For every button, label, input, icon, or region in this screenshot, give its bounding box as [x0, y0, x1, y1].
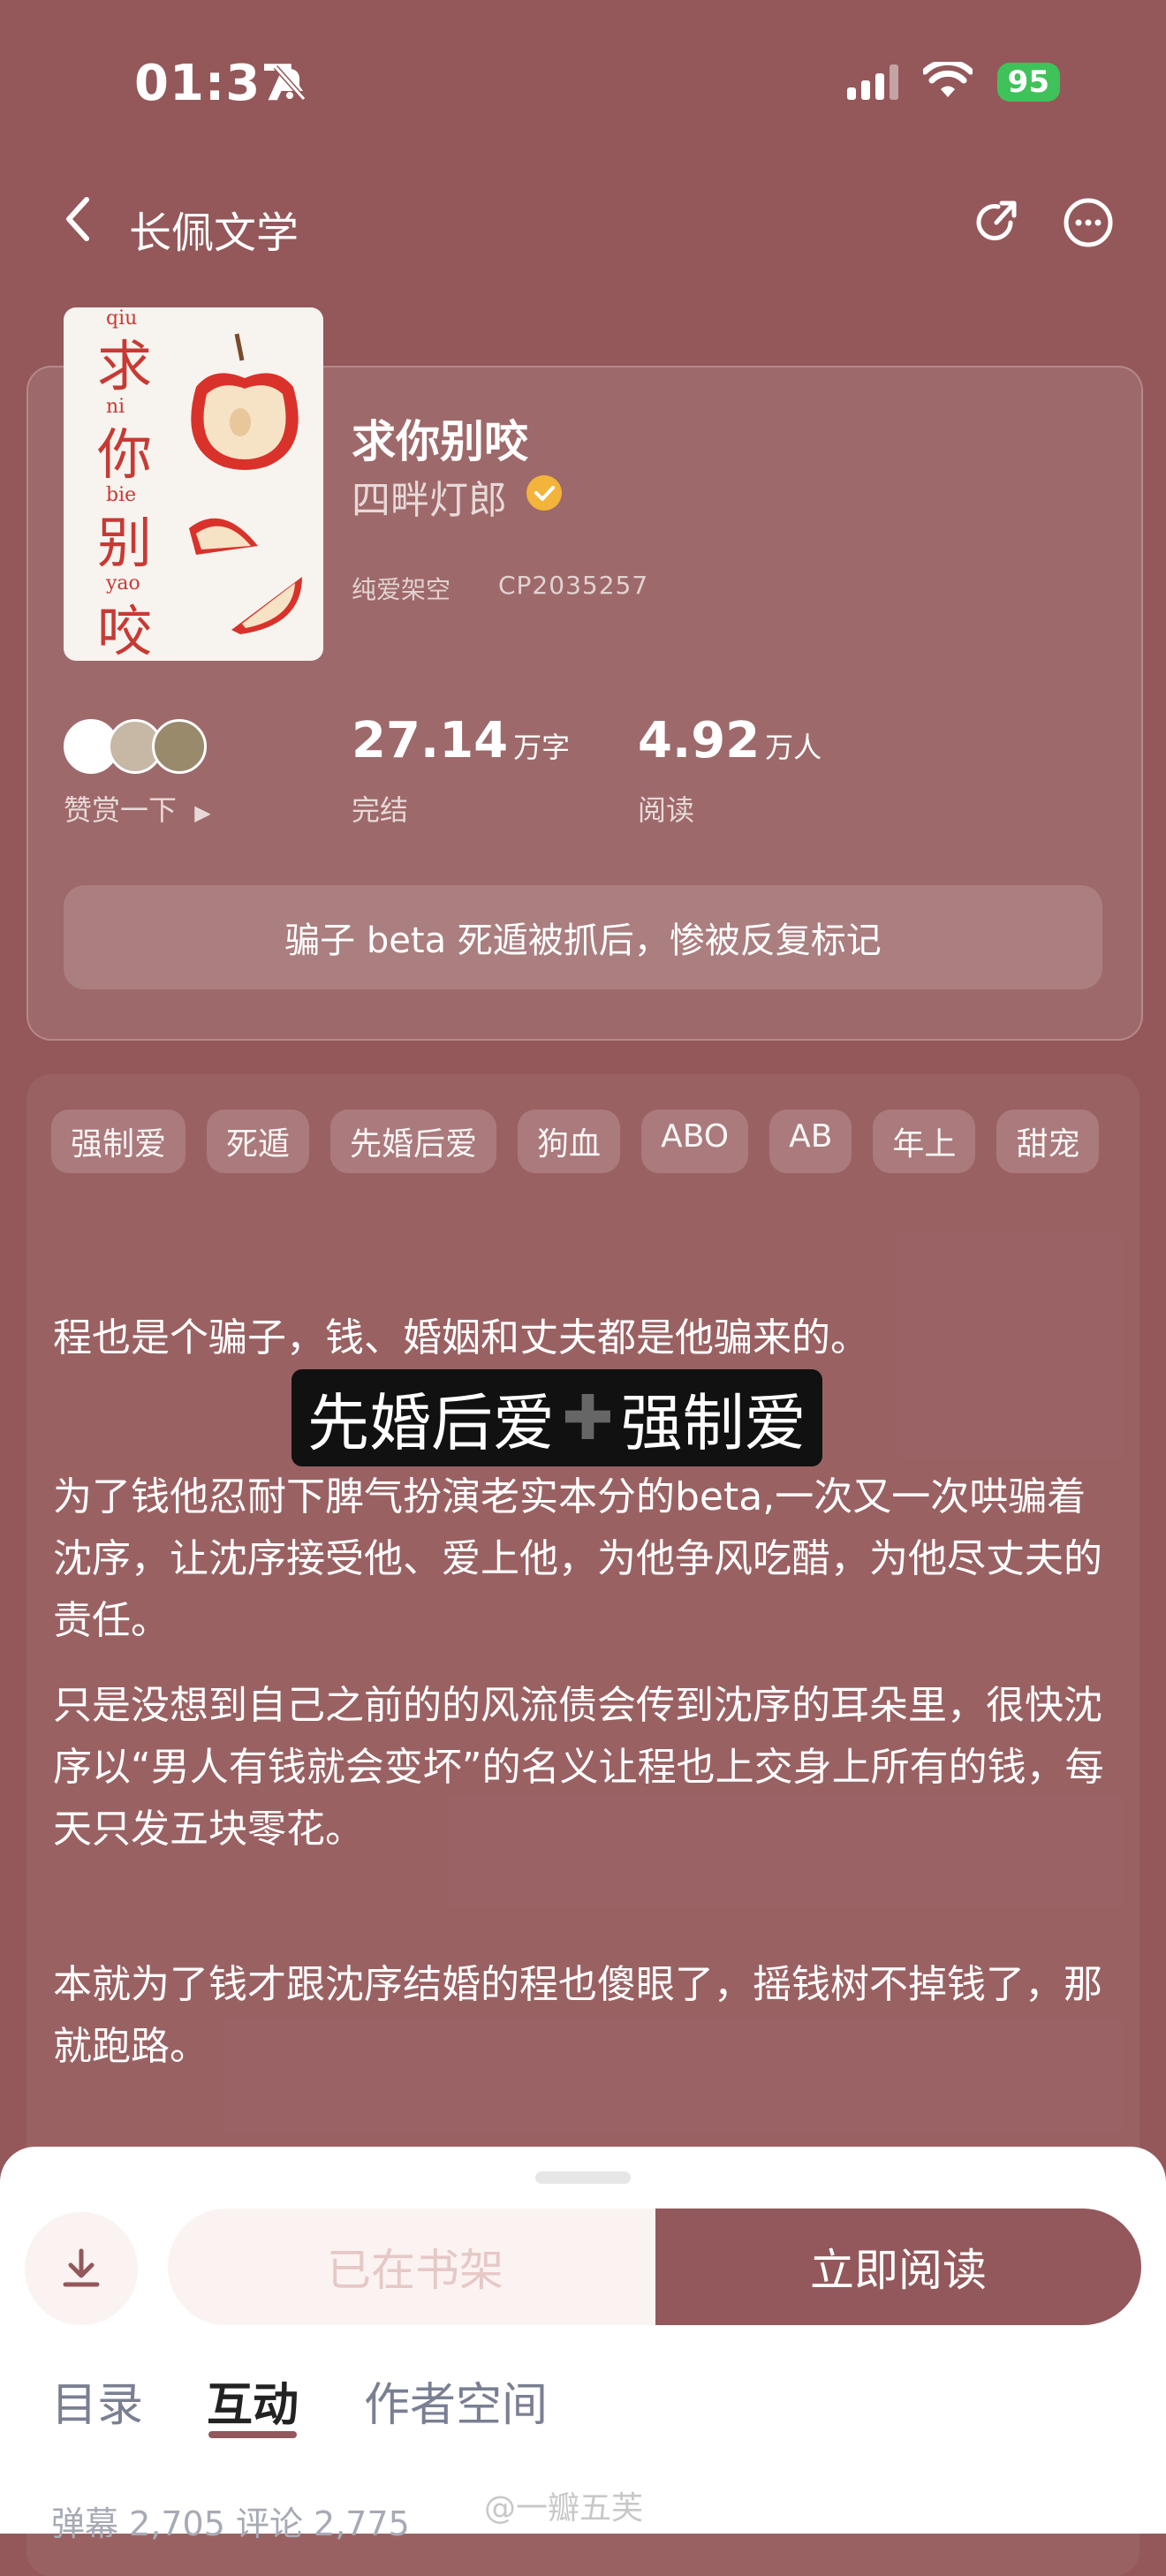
tab-toc[interactable]: 目录 [51, 2368, 143, 2434]
readers-unit: 万人 [765, 731, 822, 764]
book-category: 纯爱架空 [352, 575, 451, 604]
tag-chip[interactable]: ABO [641, 1110, 749, 1173]
description-paragraph: 为了钱他忍耐下脾气扮演老实本分的beta,一次又一次哄骗着沈序，让沈序接受他、爱… [53, 1474, 1102, 1643]
book-cover[interactable]: qiu 求 ni 你 bie 别 yao 咬 [64, 307, 323, 661]
caret-right-icon: ▶ [194, 800, 211, 825]
highlight-text: 先婚后爱 [307, 1386, 555, 1459]
description-paragraph: 程也是个骗子，钱、婚姻和丈夫都是他骗来的。 [53, 1315, 869, 1360]
word-count-stat: 27.14 万字 [352, 712, 570, 769]
reward-button[interactable]: 赞赏一下 ▶ [64, 788, 211, 829]
sheet-grabber[interactable] [535, 2171, 631, 2184]
tag-chip[interactable]: 先婚后爱 [330, 1110, 497, 1173]
plus-icon: ✚ [562, 1382, 614, 1454]
readers-label: 阅读 [638, 793, 695, 827]
cover-char: 别 [97, 511, 153, 575]
tag-chip[interactable]: AB [769, 1110, 852, 1173]
avatar [152, 719, 207, 774]
in-bookshelf-button[interactable]: 已在书架 [168, 2209, 662, 2325]
read-now-button[interactable]: 立即阅读 [655, 2209, 1141, 2325]
apple-illustration [189, 333, 302, 634]
book-id: CP2035257 [498, 571, 649, 600]
status-label: 完结 [352, 793, 409, 827]
tag-chip[interactable]: 死遁 [207, 1110, 310, 1173]
tag-chip[interactable]: 狗血 [518, 1110, 621, 1173]
tag-chip[interactable]: 强制爱 [51, 1110, 186, 1173]
word-count-value: 27.14 [352, 712, 509, 769]
cover-char: 求 [97, 334, 153, 398]
download-icon [63, 2248, 100, 2287]
cover-char: 你 [97, 422, 153, 487]
mute-bell-icon [270, 64, 309, 106]
nav-title[interactable]: 长佩文学 [129, 198, 299, 260]
wifi-icon [921, 58, 974, 102]
book-title: 求你别咬 [352, 416, 528, 467]
reward-label: 赞赏一下 [64, 793, 178, 827]
word-count-unit: 万字 [513, 731, 571, 764]
highlight-overlay: 先婚后爱 ✚ 强制爱 [292, 1369, 822, 1466]
interaction-counts: 弹幕 2,705 评论 2,775 [51, 2504, 410, 2543]
active-tab-indicator [208, 2431, 297, 2438]
bottom-sheet [0, 2147, 1166, 2534]
share-icon[interactable] [972, 196, 1025, 253]
tag-list: 强制爱 死遁 先婚后爱 狗血 ABO AB 年上 甜宠 [51, 1110, 1120, 1173]
description-paragraph: 本就为了钱才跟沈序结婚的程也傻眼了，摇钱树不掉钱了，那就跑路。 [53, 1962, 1102, 2069]
back-chevron-icon[interactable] [62, 194, 94, 253]
download-button[interactable] [25, 2212, 138, 2325]
description-paragraph: 只是没想到自己之前的的风流债会传到沈序的耳朵里，很快沈序以“男人有钱就会变坏”的… [53, 1683, 1104, 1852]
book-author[interactable]: 四畔灯郎 [352, 468, 507, 525]
tag-chip[interactable]: 甜宠 [996, 1110, 1100, 1173]
battery-indicator: 95 [996, 63, 1060, 102]
more-options-icon[interactable] [1062, 196, 1115, 253]
tag-chip[interactable]: 年上 [873, 1110, 976, 1173]
cellular-signal-icon [846, 64, 898, 100]
reward-avatars[interactable] [64, 719, 207, 774]
readers-value: 4.92 [638, 712, 761, 769]
readers-stat: 4.92 万人 [638, 712, 822, 769]
verified-badge-icon [526, 475, 562, 511]
highlight-text: 强制爱 [620, 1386, 806, 1459]
tab-author-space[interactable]: 作者空间 [364, 2368, 548, 2434]
cover-char: 咬 [97, 599, 153, 661]
watermark: @一瓣五芙 [484, 2490, 644, 2527]
book-tagline: 骗子 beta 死遁被抓后，惨被反复标记 [64, 885, 1102, 989]
tab-interaction[interactable]: 互动 [207, 2368, 299, 2434]
